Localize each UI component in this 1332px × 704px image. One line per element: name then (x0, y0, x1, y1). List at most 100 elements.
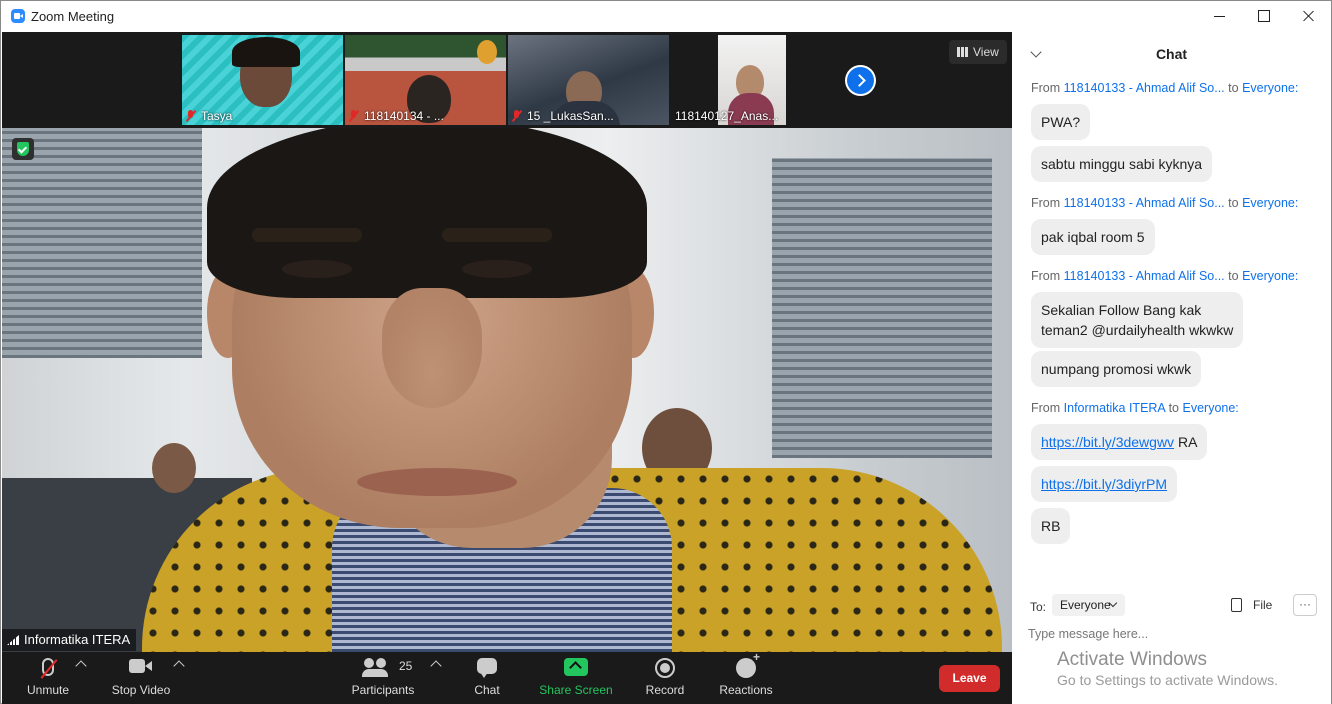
thumbnail-name-label: 15 _LukasSan... (512, 109, 614, 123)
maximize-button[interactable] (1241, 1, 1287, 32)
chat-message-bubble: sabtu minggu sabi kyknya (1031, 146, 1213, 182)
participant-video-hair (232, 37, 300, 67)
unmute-button[interactable]: Unmute (20, 652, 76, 704)
view-button-label: View (973, 45, 999, 59)
video-camera-icon (129, 658, 153, 674)
participant-thumbnail[interactable]: Tasya (182, 35, 343, 125)
from-text: From (1031, 81, 1061, 95)
reactions-label: Reactions (719, 683, 773, 697)
chat-sender-link[interactable]: 118140133 - Ahmad Alif So... (1064, 269, 1225, 283)
stop-video-button[interactable]: Stop Video (108, 652, 174, 704)
participants-options-chevron-up-icon[interactable] (430, 660, 442, 672)
share-screen-label: Share Screen (539, 683, 613, 697)
speaker-name-label: Informatika ITERA (2, 629, 137, 651)
chat-button[interactable]: Chat (462, 652, 512, 704)
file-label: File (1253, 598, 1273, 612)
thumbnail-name: 118140134 - ... (364, 109, 444, 123)
background-person (152, 443, 196, 493)
activate-windows-watermark-title: Activate Windows (1057, 649, 1207, 670)
chat-message-header: From 118140133 - Ahmad Alif So... to Eve… (1031, 269, 1321, 283)
video-options-chevron-up-icon[interactable] (173, 660, 185, 672)
reactions-button[interactable]: Reactions (715, 650, 777, 704)
microphone-muted-icon (42, 658, 54, 676)
stop-video-label: Stop Video (111, 683, 171, 697)
mic-muted-icon (349, 110, 359, 122)
chat-sender-link[interactable]: 118140133 - Ahmad Alif So... (1064, 81, 1225, 95)
next-page-arrow-button[interactable] (845, 65, 876, 96)
chat-bubble-icon (477, 658, 497, 678)
speaker-eyebrow (442, 228, 552, 242)
file-icon (1231, 598, 1242, 612)
window-title: Zoom Meeting (31, 9, 115, 24)
thumbnail-name-label: 118140127_Anas... (675, 109, 778, 123)
zoom-app-icon (11, 9, 25, 23)
chat-message-line: Sekalian Follow Bang kak (1041, 302, 1202, 318)
speaker-mouth (357, 468, 517, 496)
participant-thumbnail[interactable]: 118140134 - ... (345, 35, 506, 125)
chat-compose-area: To: Everyone File ··· Activate Windows G… (1012, 582, 1331, 704)
chat-message-bubble: RB (1031, 508, 1071, 544)
participants-button[interactable]: 25 Participants (347, 652, 419, 704)
connection-signal-icon (7, 635, 19, 645)
chat-recipient-link[interactable]: Everyone: (1242, 269, 1298, 283)
background-window (772, 158, 992, 458)
chat-message-bubble: Sekalian Follow Bang kak teman2 @urdaily… (1031, 292, 1244, 348)
chat-message-header: From Informatika ITERA to Everyone: (1031, 401, 1321, 415)
chat-message-line: teman2 @urdailyhealth wkwkw (1041, 322, 1234, 338)
participant-thumbnail[interactable]: 15 _LukasSan... (508, 35, 669, 125)
chat-sender-link[interactable]: Informatika ITERA (1064, 401, 1165, 415)
speaker-hair (207, 128, 647, 298)
chat-url-link[interactable]: https://bit.ly/3dewgwv (1041, 434, 1174, 450)
activate-windows-watermark-subtitle: Go to Settings to activate Windows. (1057, 672, 1278, 688)
send-file-button[interactable]: File (1231, 598, 1272, 612)
chat-message-input[interactable] (1028, 624, 1318, 644)
thumbnail-name-label: Tasya (186, 109, 232, 123)
share-screen-button[interactable]: Share Screen (537, 652, 615, 704)
from-text: From (1031, 401, 1061, 415)
chat-sender-link[interactable]: 118140133 - Ahmad Alif So... (1064, 196, 1225, 210)
chat-panel-title: Chat (1155, 46, 1188, 62)
close-window-button[interactable] (1286, 1, 1332, 32)
speaker-eyebrow (252, 228, 362, 242)
to-text: to (1228, 269, 1239, 283)
thumbnail-name: Tasya (201, 109, 233, 123)
speaker-nose (382, 288, 482, 408)
audio-options-chevron-up-icon[interactable] (75, 660, 87, 672)
chat-recipient-link[interactable]: Everyone: (1242, 196, 1298, 210)
encryption-shield-icon[interactable] (12, 138, 34, 160)
emoji-add-icon (736, 650, 760, 678)
meeting-area: Tasya 118140134 - ... 15 _LukasSan... 11… (2, 32, 1012, 704)
title-bar: Zoom Meeting (1, 1, 1331, 32)
participants-count: 25 (399, 659, 413, 673)
leave-meeting-button[interactable]: Leave (939, 665, 1000, 692)
mic-muted-icon (512, 110, 522, 122)
chat-url-link[interactable]: https://bit.ly/3diyrPM (1041, 476, 1167, 492)
share-screen-arrow-icon (564, 658, 588, 676)
more-options-button[interactable]: ··· (1293, 594, 1317, 616)
to-text: to (1228, 196, 1239, 210)
thumbnail-name: 15 _LukasSan... (527, 109, 614, 123)
chat-recipient-link[interactable]: Everyone: (1183, 401, 1239, 415)
participant-thumbnail-strip: Tasya 118140134 - ... 15 _LukasSan... 11… (2, 32, 1012, 128)
speaker-eye (282, 260, 352, 278)
view-button[interactable]: View (949, 40, 1007, 64)
chat-recipient-link[interactable]: Everyone: (1242, 81, 1298, 95)
from-text: From (1031, 196, 1061, 210)
to-label: To: (1030, 600, 1047, 614)
chat-panel: Chat From 118140133 - Ahmad Alif So... t… (1012, 32, 1331, 704)
zoom-window: Zoom Meeting Tasya 118140134 - ... 15 _L… (0, 0, 1332, 704)
record-button[interactable]: Record (639, 652, 691, 704)
chat-message-header: From 118140133 - Ahmad Alif So... to Eve… (1031, 196, 1321, 210)
chat-message-bubble: pak iqbal room 5 (1031, 219, 1155, 255)
minimize-button[interactable] (1196, 1, 1242, 32)
speaker-name: Informatika ITERA (24, 632, 131, 647)
participants-icon (362, 658, 388, 677)
meeting-toolbar: Unmute Stop Video 25 Participants Chat S… (2, 650, 1012, 704)
recipient-dropdown[interactable]: Everyone (1052, 594, 1125, 616)
record-icon (655, 658, 675, 678)
chat-message-bubble: https://bit.ly/3dewgwv RA (1031, 424, 1208, 460)
participant-thumbnail[interactable]: 118140127_Anas... (671, 35, 832, 125)
unmute-label: Unmute (26, 683, 70, 697)
background-window (2, 128, 202, 358)
record-label: Record (645, 683, 685, 697)
